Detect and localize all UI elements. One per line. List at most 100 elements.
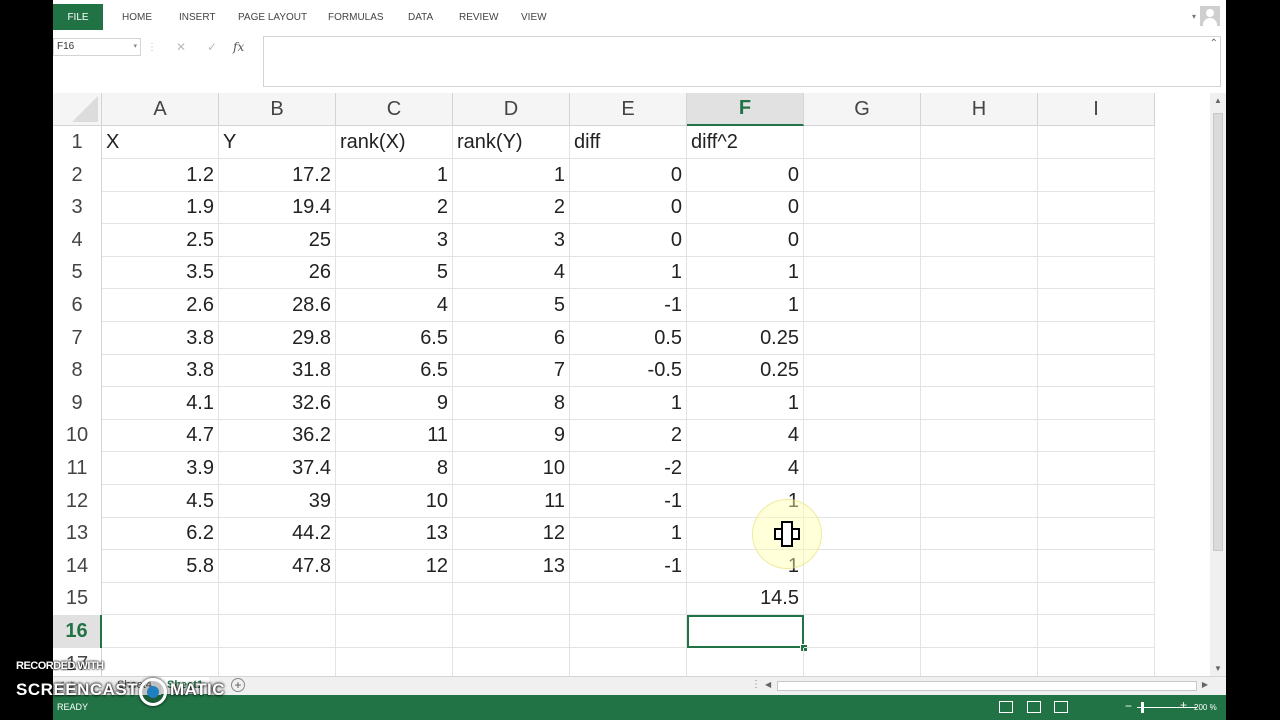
cell-h3[interactable] bbox=[921, 191, 1038, 225]
cell-g11[interactable] bbox=[804, 452, 921, 485]
chevron-down-icon[interactable]: ▾ bbox=[133, 39, 137, 55]
cell-e11[interactable]: -2 bbox=[570, 452, 687, 485]
row-header-3[interactable]: 3 bbox=[53, 191, 102, 225]
cell-i8[interactable] bbox=[1038, 354, 1155, 388]
cell-b2[interactable]: 17.2 bbox=[219, 158, 336, 192]
cell-e2[interactable]: 0 bbox=[570, 158, 687, 192]
cell-a9[interactable]: 4.1 bbox=[102, 386, 219, 420]
cell-a2[interactable]: 1.2 bbox=[102, 158, 219, 192]
scroll-down-icon[interactable]: ▼ bbox=[1214, 664, 1222, 673]
cell-b5[interactable]: 26 bbox=[219, 256, 336, 290]
cell-b16[interactable] bbox=[219, 615, 336, 648]
cell-c15[interactable] bbox=[336, 582, 453, 616]
tab-view[interactable]: VIEW bbox=[521, 4, 547, 30]
cell-d11[interactable]: 10 bbox=[453, 452, 570, 485]
cell-a3[interactable]: 1.9 bbox=[102, 191, 219, 225]
cell-f4[interactable]: 0 bbox=[687, 223, 804, 257]
cell-i6[interactable] bbox=[1038, 289, 1155, 322]
cell-g5[interactable] bbox=[804, 256, 921, 290]
scroll-right-icon[interactable]: ▶ bbox=[1202, 680, 1208, 689]
row-header-4[interactable]: 4 bbox=[53, 223, 102, 257]
row-header-8[interactable]: 8 bbox=[53, 354, 102, 388]
tab-data[interactable]: DATA bbox=[408, 4, 433, 30]
row-header-9[interactable]: 9 bbox=[53, 386, 102, 420]
cell-d3[interactable]: 2 bbox=[453, 191, 570, 225]
zoom-out-icon[interactable]: − bbox=[1125, 699, 1132, 713]
cell-b11[interactable]: 37.4 bbox=[219, 452, 336, 485]
cell-h10[interactable] bbox=[921, 419, 1038, 453]
cell-d14[interactable]: 13 bbox=[453, 549, 570, 583]
cell-g17[interactable] bbox=[804, 647, 921, 676]
cell-e10[interactable]: 2 bbox=[570, 419, 687, 453]
cell-e5[interactable]: 1 bbox=[570, 256, 687, 290]
cell-c2[interactable]: 1 bbox=[336, 158, 453, 192]
cell-h16[interactable] bbox=[921, 615, 1038, 648]
cell-i10[interactable] bbox=[1038, 419, 1155, 453]
row-header-2[interactable]: 2 bbox=[53, 158, 102, 192]
cell-d8[interactable]: 7 bbox=[453, 354, 570, 388]
cell-d1[interactable]: rank(Y) bbox=[453, 126, 570, 159]
cell-c7[interactable]: 6.5 bbox=[336, 321, 453, 355]
cell-b12[interactable]: 39 bbox=[219, 484, 336, 518]
cell-h15[interactable] bbox=[921, 582, 1038, 616]
cell-f5[interactable]: 1 bbox=[687, 256, 804, 290]
cell-d12[interactable]: 11 bbox=[453, 484, 570, 518]
cell-g9[interactable] bbox=[804, 386, 921, 420]
tab-review[interactable]: REVIEW bbox=[459, 4, 498, 30]
cell-b10[interactable]: 36.2 bbox=[219, 419, 336, 453]
cell-e4[interactable]: 0 bbox=[570, 223, 687, 257]
row-header-12[interactable]: 12 bbox=[53, 484, 102, 518]
cell-b7[interactable]: 29.8 bbox=[219, 321, 336, 355]
column-header-g[interactable]: G bbox=[804, 93, 921, 126]
row-header-16[interactable]: 16 bbox=[53, 615, 102, 648]
cell-f8[interactable]: 0.25 bbox=[687, 354, 804, 388]
cell-i17[interactable] bbox=[1038, 647, 1155, 676]
cell-d5[interactable]: 4 bbox=[453, 256, 570, 290]
cell-h13[interactable] bbox=[921, 517, 1038, 551]
cell-a1[interactable]: X bbox=[102, 126, 219, 159]
cell-b6[interactable]: 28.6 bbox=[219, 289, 336, 322]
cell-a11[interactable]: 3.9 bbox=[102, 452, 219, 485]
scroll-left-icon[interactable]: ◀ bbox=[765, 680, 771, 689]
cell-c14[interactable]: 12 bbox=[336, 549, 453, 583]
row-header-15[interactable]: 15 bbox=[53, 582, 102, 616]
column-header-h[interactable]: H bbox=[921, 93, 1038, 126]
cell-e1[interactable]: diff bbox=[570, 126, 687, 159]
cell-e16[interactable] bbox=[570, 615, 687, 648]
cell-g1[interactable] bbox=[804, 126, 921, 159]
cell-i13[interactable] bbox=[1038, 517, 1155, 551]
cell-a13[interactable]: 6.2 bbox=[102, 517, 219, 551]
zoom-in-icon[interactable]: + bbox=[1180, 698, 1187, 712]
cell-g12[interactable] bbox=[804, 484, 921, 518]
column-header-b[interactable]: B bbox=[219, 93, 336, 126]
cell-d4[interactable]: 3 bbox=[453, 223, 570, 257]
cell-f6[interactable]: 1 bbox=[687, 289, 804, 322]
cell-h1[interactable] bbox=[921, 126, 1038, 159]
cell-d2[interactable]: 1 bbox=[453, 158, 570, 192]
zoom-slider-thumb[interactable] bbox=[1141, 702, 1144, 713]
row-header-6[interactable]: 6 bbox=[53, 289, 102, 322]
cell-a7[interactable]: 3.8 bbox=[102, 321, 219, 355]
tab-formulas[interactable]: FORMULAS bbox=[328, 4, 384, 30]
cell-g7[interactable] bbox=[804, 321, 921, 355]
cell-f3[interactable]: 0 bbox=[687, 191, 804, 225]
cell-f7[interactable]: 0.25 bbox=[687, 321, 804, 355]
cell-f16[interactable] bbox=[687, 615, 804, 648]
cell-c16[interactable] bbox=[336, 615, 453, 648]
cell-a15[interactable] bbox=[102, 582, 219, 616]
column-header-e[interactable]: E bbox=[570, 93, 687, 126]
cell-e8[interactable]: -0.5 bbox=[570, 354, 687, 388]
cell-h8[interactable] bbox=[921, 354, 1038, 388]
cell-a12[interactable]: 4.5 bbox=[102, 484, 219, 518]
cell-f9[interactable]: 1 bbox=[687, 386, 804, 420]
cell-c1[interactable]: rank(X) bbox=[336, 126, 453, 159]
cell-d15[interactable] bbox=[453, 582, 570, 616]
cell-h6[interactable] bbox=[921, 289, 1038, 322]
tab-home[interactable]: HOME bbox=[122, 4, 152, 30]
cell-h14[interactable] bbox=[921, 549, 1038, 583]
cell-h7[interactable] bbox=[921, 321, 1038, 355]
tab-page-layout[interactable]: PAGE LAYOUT bbox=[238, 4, 307, 30]
column-header-f[interactable]: F bbox=[687, 93, 804, 126]
cell-c4[interactable]: 3 bbox=[336, 223, 453, 257]
cell-d17[interactable] bbox=[453, 647, 570, 676]
